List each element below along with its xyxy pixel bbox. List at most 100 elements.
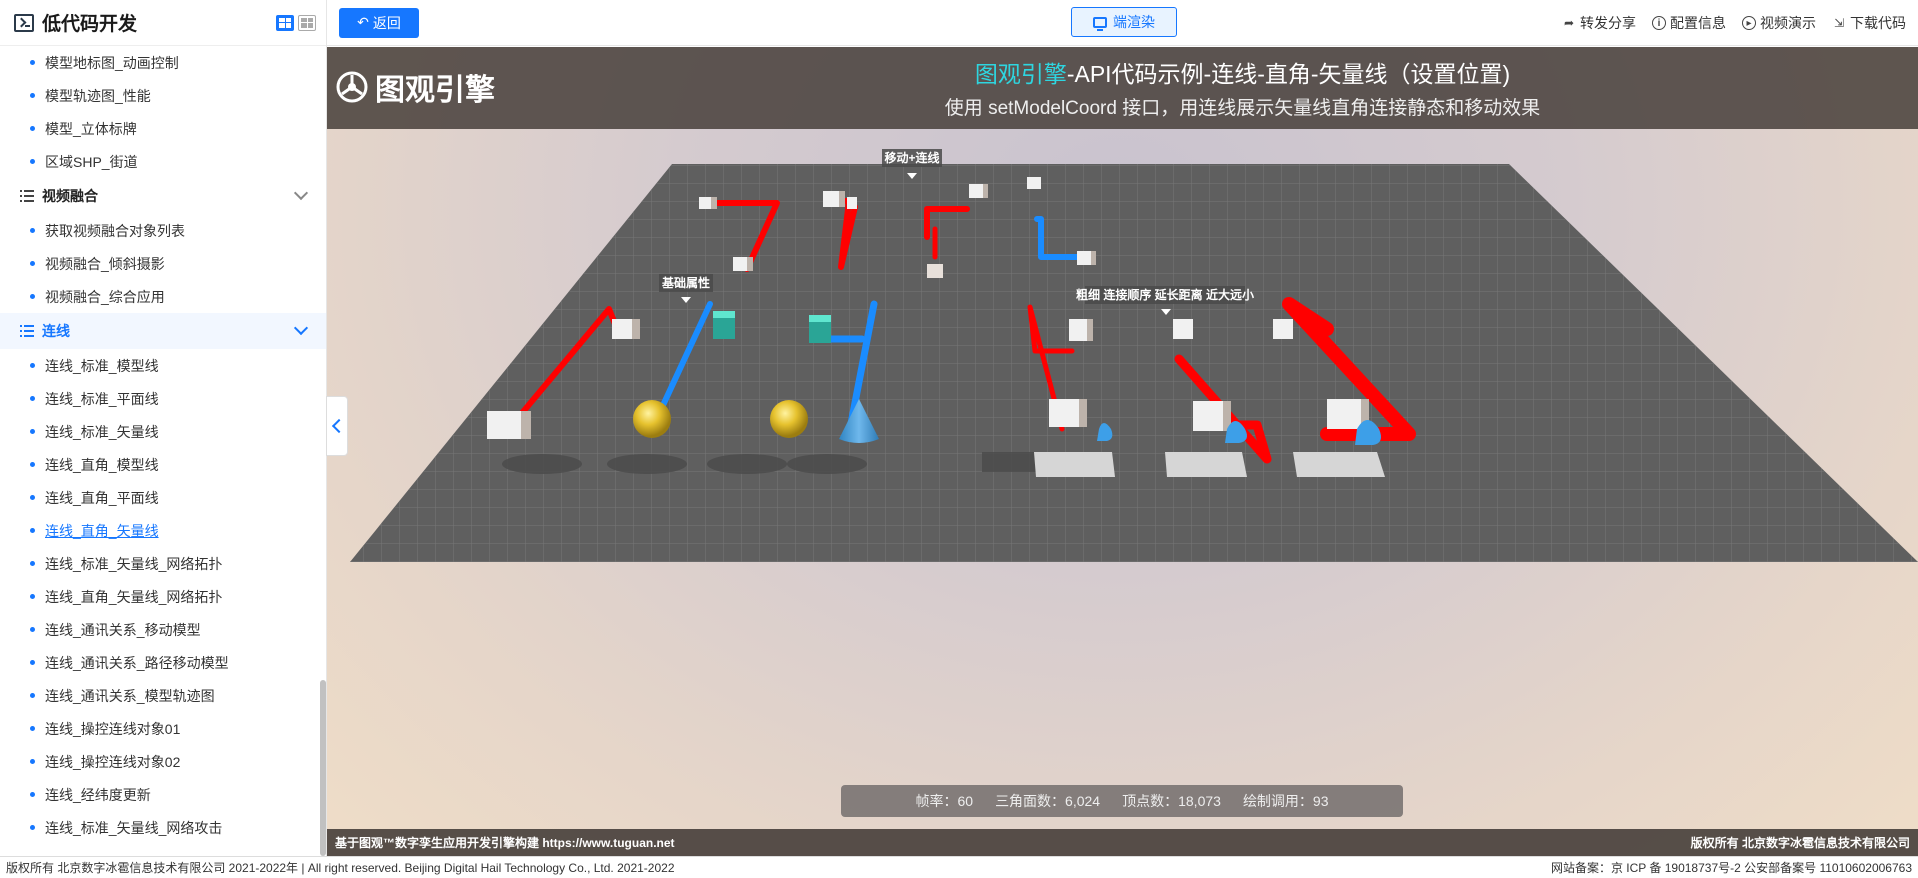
label-move-link: 移动+连线 <box>884 150 939 165</box>
sidebar-item-label: 连线_标准_矢量线 <box>45 423 159 440</box>
bullet-icon <box>30 759 35 764</box>
footer-copyright: 版权所有 北京数字冰雹信息技术有限公司 2021-2022年 | All rig… <box>6 861 675 875</box>
bullet-icon <box>30 294 35 299</box>
stat-triangles: 三角面数：6,024 <box>995 793 1101 809</box>
sidebar-item[interactable]: 连线_标准_平面线 <box>0 382 326 415</box>
sidebar-group-video[interactable]: 视频融合 <box>0 178 326 214</box>
sidebar-item-label: 连线_通讯关系_移动模型 <box>45 621 201 638</box>
sidebar-item[interactable]: 模型轨迹图_性能 <box>0 79 326 112</box>
sidebar-item-active[interactable]: 连线_直角_矢量线 <box>0 514 326 547</box>
group-label: 连线 <box>42 323 70 339</box>
share-button[interactable]: ➦ 转发分享 <box>1562 13 1636 33</box>
sidebar-item[interactable]: 模型地标图_动画控制 <box>0 46 326 79</box>
bullet-icon <box>30 363 35 368</box>
bullet-icon <box>30 693 35 698</box>
chevron-left-icon <box>331 418 347 434</box>
sidebar-title: 低代码开发 <box>42 14 138 35</box>
sidebar-item[interactable]: 模型_立体标牌 <box>0 112 326 145</box>
sidebar-item-label: 模型地标图_动画控制 <box>45 54 179 71</box>
viewport-footer-right: 版权所有 北京数字冰雹信息技术有限公司 <box>1690 836 1910 850</box>
bullet-icon <box>30 228 35 233</box>
video-demo-button[interactable]: ▸ 视频演示 <box>1742 13 1816 33</box>
sidebar-item[interactable]: 连线_直角_平面线 <box>0 481 326 514</box>
download-icon: ⇲ <box>1833 16 1845 30</box>
stat-vertices: 顶点数：18,073 <box>1122 793 1221 809</box>
monitor-icon <box>1093 16 1107 31</box>
bullet-icon <box>30 396 35 401</box>
sidebar-item[interactable]: 连线_直角_矢量线_网络拓扑 <box>0 580 326 613</box>
bullet-icon <box>30 429 35 434</box>
bullet-icon <box>30 660 35 665</box>
sidebar-item-label: 获取视频融合对象列表 <box>45 222 185 239</box>
sidebar-item-label: 视频融合_倾斜摄影 <box>45 255 165 272</box>
bullet-icon <box>30 528 35 533</box>
terminal-icon <box>14 13 34 32</box>
list-icon <box>20 190 34 202</box>
sidebar-item[interactable]: 连线_操控连线对象01 <box>0 712 326 745</box>
floor-grid <box>350 164 1918 562</box>
bullet-icon <box>30 726 35 731</box>
page-subtitle: 使用 setModelCoord 接口，用连线展示矢量线直角连接静态和移动效果 <box>944 98 1541 119</box>
bullet-icon <box>30 594 35 599</box>
back-arrow-icon: ↶ <box>357 14 369 30</box>
bullet-icon <box>30 60 35 65</box>
sidebar-item[interactable]: 视频融合_综合应用 <box>0 280 326 313</box>
bullet-icon <box>30 792 35 797</box>
grid-view-icon[interactable] <box>276 14 294 31</box>
sidebar-item[interactable]: 连线_直角_模型线 <box>0 448 326 481</box>
bullet-icon <box>30 495 35 500</box>
viewport-header: 图观引擎 图观引擎-API代码示例-连线-直角-矢量线（设置位置) 使用 set… <box>327 47 1918 129</box>
sidebar-item[interactable]: 连线_通讯关系_模型轨迹图 <box>0 679 326 712</box>
title-rest: -API代码示例-连线-直角-矢量线（设置位置) <box>1066 61 1511 87</box>
bullet-icon <box>30 159 35 164</box>
sidebar-item-label: 区域SHP_街道 <box>45 153 138 170</box>
chevron-down-icon <box>293 185 309 201</box>
sidebar-item-label: 连线_操控连线对象02 <box>45 753 181 770</box>
sidebar-item-label: 连线_标准_矢量线_网络拓扑 <box>45 555 223 572</box>
sidebar-item-label: 连线_直角_矢量线_网络拓扑 <box>45 588 223 605</box>
sidebar-item[interactable]: 连线_操控连线对象02 <box>0 745 326 778</box>
viewport-footer-left: 基于图观™数字孪生应用开发引擎构建 https://www.tuguan.net <box>335 836 675 850</box>
share-label: 转发分享 <box>1580 15 1636 31</box>
sidebar-item[interactable]: 连线_经纬度更新 <box>0 778 326 811</box>
group-label: 视频融合 <box>42 188 98 204</box>
render-stats: 帧率：60 三角面数：6,024 顶点数：18,073 绘制调用：93 <box>841 785 1403 817</box>
config-button[interactable]: i 配置信息 <box>1652 13 1726 33</box>
sidebar-header: 低代码开发 <box>0 0 326 46</box>
bullet-icon <box>30 462 35 467</box>
sidebar-item[interactable]: 获取视频融合对象列表 <box>0 214 326 247</box>
sidebar: 低代码开发 模型地标图_动画控制 模型轨迹图_性能 模型_立体标牌 区域SHP_… <box>0 0 327 856</box>
plates <box>1034 452 1385 477</box>
title-brand: 图观引擎 <box>974 61 1067 87</box>
sidebar-item[interactable]: 视频融合_倾斜摄影 <box>0 247 326 280</box>
sidebar-item[interactable]: 连线_标准_矢量线_网络拓扑 <box>0 547 326 580</box>
stat-fps: 帧率：60 <box>915 793 974 809</box>
sidebar-item[interactable]: 连线_通讯关系_路径移动模型 <box>0 646 326 679</box>
sidebar-item[interactable]: 区域SHP_街道 <box>0 145 326 178</box>
back-button[interactable]: ↶ 返回 <box>339 7 419 38</box>
top-actions: ➦ 转发分享 i 配置信息 ▸ 视频演示 ⇲ 下载代码 <box>1562 0 1906 46</box>
page-footer: 版权所有 北京数字冰雹信息技术有限公司 2021-2022年 | All rig… <box>0 856 1918 878</box>
sidebar-item[interactable]: 连线_标准_矢量线 <box>0 415 326 448</box>
sidebar-item[interactable]: 连线_标准_模型线 <box>0 349 326 382</box>
viewport-footer: 基于图观™数字孪生应用开发引擎构建 https://www.tuguan.net… <box>327 829 1918 856</box>
info-icon: i <box>1652 16 1666 30</box>
download-code-button[interactable]: ⇲ 下载代码 <box>1832 13 1906 33</box>
sidebar-item-label: 模型_立体标牌 <box>45 120 137 137</box>
sidebar-item-label: 连线_操控连线对象01 <box>45 720 181 737</box>
share-icon: ➦ <box>1563 16 1575 30</box>
sidebar-scrollbar[interactable] <box>320 680 326 856</box>
footer-icp: 网站备案：京 ICP 备 19018737号-2 公安部备案号 11010602… <box>1550 861 1912 875</box>
collapse-sidebar-button[interactable] <box>326 396 348 456</box>
sidebar-item[interactable]: 连线_标准_矢量线_网络攻击 <box>0 811 326 844</box>
label-basic-attrs: 基础属性 <box>661 275 710 290</box>
sidebar-group-line[interactable]: 连线 <box>0 313 326 349</box>
back-label: 返回 <box>372 14 401 31</box>
scene-canvas[interactable]: 移动+连线 基础属性 粗细 连接顺序 延长距离 近大远小 <box>327 129 1918 829</box>
sidebar-item-label: 连线_直角_矢量线 <box>45 522 159 539</box>
sidebar-item[interactable]: 连线_通讯关系_移动模型 <box>0 613 326 646</box>
list-view-icon[interactable] <box>298 14 316 31</box>
render-mode-button[interactable]: 端渲染 <box>1071 7 1177 37</box>
scene-viewport[interactable]: 图观引擎 图观引擎-API代码示例-连线-直角-矢量线（设置位置) 使用 set… <box>327 47 1918 856</box>
sidebar-item-label: 模型轨迹图_性能 <box>45 87 151 104</box>
